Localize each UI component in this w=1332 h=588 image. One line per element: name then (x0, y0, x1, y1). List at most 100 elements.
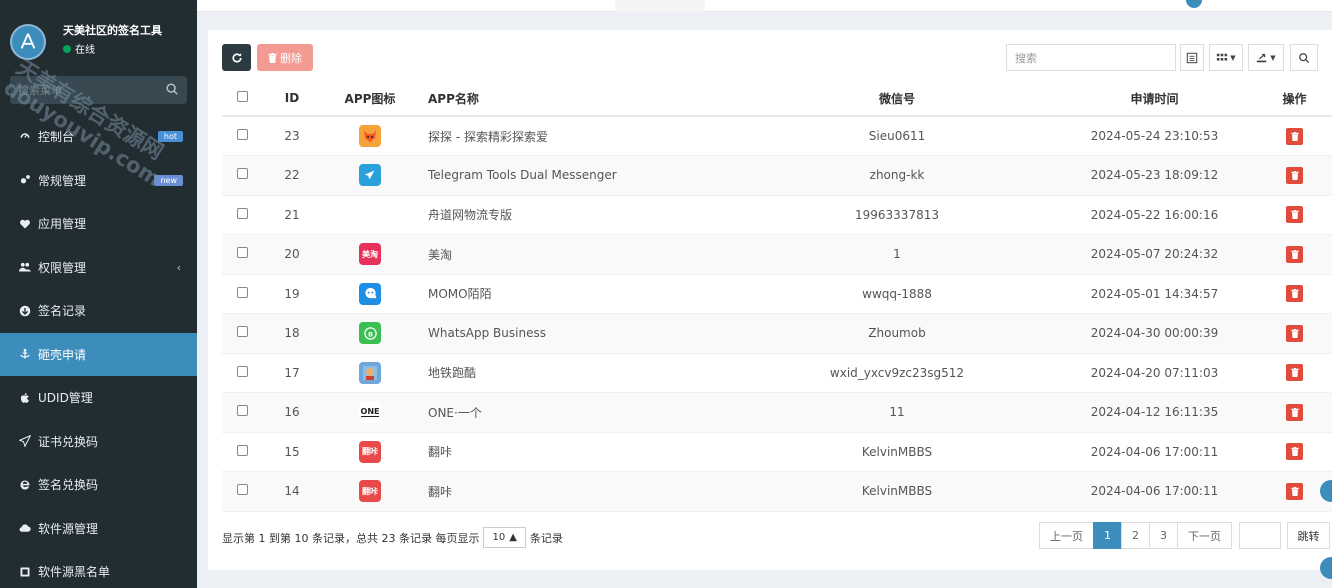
sidebar-item-cert-codes[interactable]: 证书兑换码 (0, 420, 197, 464)
time-cell: 2024-05-01 14:34:57 (1052, 274, 1257, 314)
col-header-app-name[interactable]: APP名称 (418, 81, 742, 117)
sidebar-item-apps[interactable]: 应用管理 (0, 202, 197, 246)
app-logo-icon (20, 33, 36, 49)
actions-cell (1257, 353, 1332, 393)
dashboard-icon (17, 130, 33, 144)
wechat-cell: zhong-kk (742, 155, 1052, 196)
sidebar-item-permissions[interactable]: 权限管理 ‹ (0, 246, 197, 290)
page-1-button[interactable]: 1 (1093, 522, 1122, 549)
sidebar-item-general[interactable]: 常规管理 new (0, 159, 197, 203)
search-icon (1299, 52, 1310, 63)
row-delete-button[interactable] (1286, 443, 1303, 461)
app-icon-telegram (359, 164, 381, 187)
sidebar-item-sign-records[interactable]: 签名记录 (0, 289, 197, 333)
row-delete-button[interactable] (1286, 482, 1303, 500)
row-checkbox[interactable] (236, 405, 248, 417)
col-header-id[interactable]: ID (262, 81, 322, 117)
select-cell (222, 116, 262, 156)
search-button[interactable] (1290, 44, 1318, 71)
row-delete-button[interactable] (1286, 324, 1303, 342)
table-row[interactable]: 15 翻咔 翻咔 KelvinMBBS 2024-04-06 17:00:11 (222, 432, 1332, 472)
sidebar-item-source-blacklist[interactable]: 软件源黑名单 (0, 550, 197, 588)
wechat-cell: wwqq-1888 (742, 274, 1052, 314)
select-all-checkbox[interactable] (236, 91, 248, 102)
row-delete-button[interactable] (1286, 364, 1303, 382)
jump-button[interactable]: 跳转 (1287, 522, 1330, 549)
table-row[interactable]: 21 舟道网物流专版 19963337813 2024-05-22 16:00:16 (222, 195, 1332, 235)
select-cell (222, 353, 262, 393)
select-cell (222, 432, 262, 472)
trash-icon (268, 52, 277, 63)
row-checkbox[interactable] (236, 286, 248, 298)
app-icon-whatsapp: B (359, 322, 381, 345)
page-2-button[interactable]: 2 (1121, 522, 1150, 549)
row-delete-button[interactable] (1286, 166, 1303, 184)
table-row[interactable]: 17 地铁跑酷 wxid_yxcv9zc23sg512 2024-04-20 07:1… (222, 353, 1332, 393)
app-icon-cell: ONE (322, 392, 418, 433)
table-row[interactable]: 23 探探 - 探索精彩探索爱 Sieu0611 2024-05-24 23:10:5… (222, 116, 1332, 156)
export-dropdown-button[interactable]: ▼ (1248, 44, 1284, 71)
col-header-app-icon[interactable]: APP图标 (322, 81, 418, 117)
row-checkbox[interactable] (236, 207, 248, 219)
row-checkbox[interactable] (236, 444, 248, 456)
row-delete-button[interactable] (1286, 206, 1303, 224)
row-checkbox[interactable] (236, 168, 248, 180)
table-row[interactable]: 22 Telegram Tools Dual Messenger zhong-kk 2… (222, 155, 1332, 196)
pagination: 上一页 1 2 3 下一页 (1039, 522, 1232, 549)
select-cell (222, 471, 262, 512)
columns-dropdown-button[interactable]: ▼ (1209, 44, 1243, 71)
toggle-view-button[interactable] (1180, 44, 1204, 71)
sidebar-item-shell-request[interactable]: 砸壳申请 (0, 332, 197, 376)
sidebar-item-label: 软件源管理 (38, 521, 99, 536)
id-cell: 21 (262, 195, 322, 235)
time-cell: 2024-05-24 23:10:53 (1052, 116, 1257, 156)
page-3-button[interactable]: 3 (1149, 522, 1178, 549)
row-delete-button[interactable] (1286, 127, 1303, 145)
actions-cell (1257, 234, 1332, 275)
sidebar-item-dashboard[interactable]: 控制台 hot (0, 115, 197, 159)
table-row[interactable]: 19 MOMO陌陌 wwqq-1888 2024-05-01 14:34:57 (222, 274, 1332, 314)
wechat-cell: Zhoumob (742, 313, 1052, 354)
list-view-icon (1186, 52, 1198, 63)
prev-page-button[interactable]: 上一页 (1039, 522, 1094, 549)
sidebar-item-sign-codes[interactable]: 签名兑换码 (0, 463, 197, 507)
row-checkbox[interactable] (236, 129, 248, 140)
row-checkbox[interactable] (236, 365, 248, 377)
col-header-time[interactable]: 申请时间 (1052, 81, 1257, 117)
trash-icon (1290, 328, 1299, 338)
delete-button[interactable]: 删除 (257, 44, 313, 71)
time-cell: 2024-05-22 16:00:16 (1052, 195, 1257, 235)
refresh-button[interactable] (222, 44, 251, 71)
trash-icon (1290, 131, 1299, 141)
row-checkbox[interactable] (236, 326, 248, 338)
table-search-input[interactable]: 搜索 (1006, 44, 1176, 71)
col-header-wechat[interactable]: 微信号 (742, 81, 1052, 117)
actions-cell (1257, 155, 1332, 196)
row-delete-button[interactable] (1286, 245, 1303, 263)
refresh-icon (231, 52, 242, 63)
row-checkbox[interactable] (236, 247, 248, 259)
export-icon (1257, 53, 1267, 62)
menu-search-input[interactable] (10, 76, 150, 104)
per-page-select[interactable]: 10 ▲ (483, 527, 526, 548)
floating-action-icon[interactable] (1320, 557, 1332, 579)
active-tab-indicator[interactable] (615, 0, 705, 12)
app-icon-cell: B (322, 313, 418, 354)
table-row[interactable]: 16 ONE ONE·一个 11 2024-04-12 16:11:35 (222, 392, 1332, 433)
search-icon[interactable] (165, 82, 179, 96)
row-delete-button[interactable] (1286, 285, 1303, 303)
row-checkbox[interactable] (236, 484, 248, 496)
id-cell: 17 (262, 353, 322, 393)
sidebar-item-label: 常规管理 (38, 173, 87, 188)
app-name-cell: 地铁跑酷 (418, 353, 742, 393)
table-row[interactable]: 20 美淘 美淘 1 2024-05-07 20:24:32 (222, 234, 1332, 275)
sidebar-item-sources[interactable]: 软件源管理 (0, 507, 197, 551)
caret-up-icon: ▲ (509, 532, 517, 543)
sidebar-item-udid[interactable]: UDID管理 (0, 376, 197, 420)
jump-page-input[interactable] (1239, 522, 1281, 549)
next-page-button[interactable]: 下一页 (1177, 522, 1232, 549)
row-delete-button[interactable] (1286, 403, 1303, 421)
table-row[interactable]: 14 翻咔 翻咔 KelvinMBBS 2024-04-06 17:00:11 (222, 471, 1332, 512)
notification-dot-icon[interactable] (1186, 0, 1202, 8)
table-row[interactable]: 18 B WhatsApp Business Zhoumob 2024-04-30 00… (222, 313, 1332, 354)
